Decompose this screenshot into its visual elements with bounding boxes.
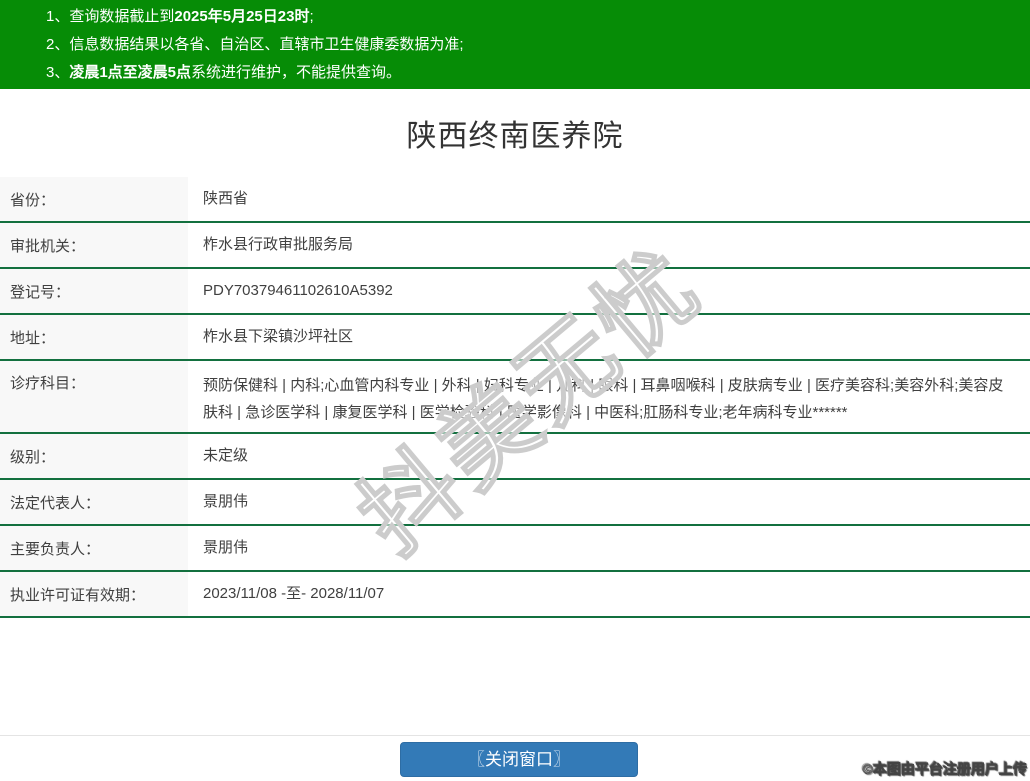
notice-number: 1、: [46, 8, 69, 25]
row-value: 预防保健科 | 内科;心血管内科专业 | 外科 | 妇科专业 | 儿科 | 眼科…: [188, 360, 1030, 433]
row-value: 柞水县行政审批服务局: [188, 222, 1030, 268]
notice-bold-text: 凌晨1点至凌晨5点: [69, 64, 191, 81]
page-title: 陕西终南医养院: [407, 111, 624, 155]
row-label: 审批机关：: [0, 222, 188, 268]
institution-info-table: 省份： 陕西省 审批机关： 柞水县行政审批服务局 登记号： PDY7037946…: [0, 177, 1030, 618]
row-value: 景朋伟: [188, 479, 1030, 525]
notice-text: 查询数据截止到: [69, 8, 174, 25]
bottom-divider: [0, 735, 1030, 736]
notice-text: ;: [309, 8, 313, 25]
row-value: PDY70379461102610A5392: [188, 268, 1030, 314]
table-row-legal-representative: 法定代表人： 景朋伟: [0, 479, 1030, 525]
notice-text: 系统进行维护，不能提供查询。: [191, 64, 401, 81]
table-row-approval-authority: 审批机关： 柞水县行政审批服务局: [0, 222, 1030, 268]
notice-line-3: 3、凌晨1点至凌晨5点系统进行维护，不能提供查询。: [46, 59, 1020, 87]
notice-bold-text: 2025年5月25日23时: [174, 8, 309, 25]
row-label: 法定代表人：: [0, 479, 188, 525]
notice-text: 信息数据结果以各省、自治区、直辖市卫生健康委数据为准;: [69, 36, 463, 53]
row-label: 地址：: [0, 314, 188, 360]
row-label: 诊疗科目：: [0, 360, 188, 433]
notice-number: 2、: [46, 36, 69, 53]
title-area: 陕西终南医养院: [0, 89, 1030, 177]
row-value: 景朋伟: [188, 525, 1030, 571]
row-value: 柞水县下梁镇沙坪社区: [188, 314, 1030, 360]
copyright-watermark: ©本图由平台注册用户上传: [863, 759, 1027, 779]
row-value: 2023/11/08 -至- 2028/11/07: [188, 571, 1030, 617]
table-row-level: 级别： 未定级: [0, 433, 1030, 479]
row-label: 主要负责人：: [0, 525, 188, 571]
table-row-registration-number: 登记号： PDY70379461102610A5392: [0, 268, 1030, 314]
notice-line-1: 1、查询数据截止到2025年5月25日23时;: [46, 3, 1020, 31]
table-row-province: 省份： 陕西省: [0, 177, 1030, 222]
table-row-medical-subjects: 诊疗科目： 预防保健科 | 内科;心血管内科专业 | 外科 | 妇科专业 | 儿…: [0, 360, 1030, 433]
row-value: 陕西省: [188, 177, 1030, 222]
row-value: 未定级: [188, 433, 1030, 479]
header-notice-banner: 1、查询数据截止到2025年5月25日23时; 2、信息数据结果以各省、自治区、…: [0, 0, 1030, 89]
row-label: 省份：: [0, 177, 188, 222]
table-row-principal: 主要负责人： 景朋伟: [0, 525, 1030, 571]
close-window-button[interactable]: 〖关闭窗口〗: [400, 742, 638, 777]
notice-number: 3、: [46, 64, 69, 81]
notice-line-2: 2、信息数据结果以各省、自治区、直辖市卫生健康委数据为准;: [46, 31, 1020, 59]
table-row-license-validity: 执业许可证有效期： 2023/11/08 -至- 2028/11/07: [0, 571, 1030, 617]
row-label: 级别：: [0, 433, 188, 479]
table-row-address: 地址： 柞水县下梁镇沙坪社区: [0, 314, 1030, 360]
row-label: 登记号：: [0, 268, 188, 314]
row-label: 执业许可证有效期：: [0, 571, 188, 617]
